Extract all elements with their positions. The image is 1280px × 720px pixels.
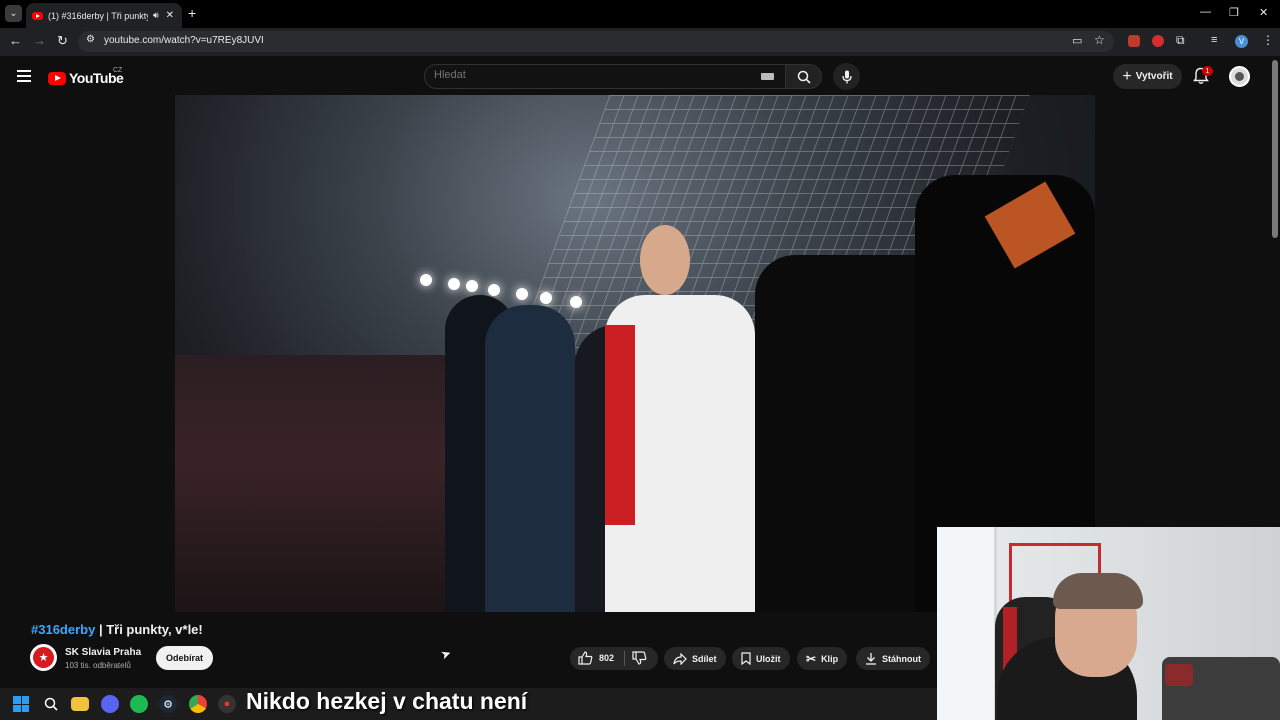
site-info-icon[interactable]: ⚙︎ bbox=[86, 34, 95, 45]
cast-icon[interactable]: ▭ bbox=[1072, 34, 1082, 47]
scissors-icon: ✂ bbox=[806, 651, 817, 666]
search-button[interactable] bbox=[785, 64, 822, 89]
create-label: Vytvořit bbox=[1135, 71, 1173, 82]
plus-icon: + bbox=[1122, 67, 1132, 85]
bookmark-icon bbox=[741, 652, 751, 665]
region-code: CZ bbox=[113, 67, 123, 74]
channel-name[interactable]: SK Slavia Praha bbox=[65, 647, 141, 658]
spotify-icon[interactable] bbox=[130, 695, 148, 713]
steam-icon[interactable]: ⚙︎ bbox=[159, 695, 177, 713]
obs-icon[interactable]: ● bbox=[218, 695, 236, 713]
share-icon bbox=[673, 652, 687, 665]
discord-icon[interactable] bbox=[101, 695, 119, 713]
account-avatar[interactable] bbox=[1229, 66, 1250, 87]
channel-avatar[interactable]: ★ bbox=[30, 644, 57, 671]
page-scrollbar[interactable] bbox=[1272, 60, 1278, 238]
download-icon bbox=[866, 653, 876, 665]
minimize-icon[interactable]: — bbox=[1200, 6, 1211, 18]
stream-caption: Nikdo hezkej v chatu není bbox=[246, 688, 528, 714]
save-label: Uložit bbox=[756, 653, 781, 664]
new-tab-button[interactable]: + bbox=[188, 5, 196, 21]
mouse-cursor-icon: ➤ bbox=[438, 645, 454, 663]
file-explorer-icon[interactable] bbox=[71, 697, 89, 711]
search-input[interactable] bbox=[434, 69, 734, 81]
back-icon[interactable]: ← bbox=[9, 33, 22, 48]
browser-menu-icon[interactable]: ⋮ bbox=[1262, 33, 1274, 47]
microphone-icon bbox=[841, 70, 852, 83]
slavia-star-icon: ★ bbox=[33, 647, 54, 668]
extensions-puzzle-icon[interactable]: ⧉ bbox=[1176, 33, 1185, 48]
media-control-icon[interactable]: ≡ bbox=[1211, 34, 1217, 46]
forward-icon[interactable]: → bbox=[33, 33, 46, 48]
close-tab-icon[interactable]: ✕ bbox=[166, 10, 174, 21]
download-button[interactable]: Stáhnout bbox=[856, 647, 930, 670]
like-divider bbox=[624, 651, 625, 666]
speaker-icon[interactable]: 🔊︎ bbox=[153, 10, 159, 21]
youtube-favicon-icon bbox=[32, 11, 43, 20]
streamer-hair bbox=[1053, 573, 1143, 609]
download-label: Stáhnout bbox=[882, 653, 921, 664]
taskbar-search-icon[interactable] bbox=[42, 695, 60, 713]
restore-icon[interactable]: ❐ bbox=[1229, 6, 1239, 19]
windows-start-icon[interactable] bbox=[13, 696, 29, 712]
create-button[interactable]: + Vytvořit bbox=[1113, 64, 1182, 89]
clip-label: Klip bbox=[821, 653, 839, 664]
tab-title: (1) #316derby | Tři punkty, v bbox=[48, 10, 148, 21]
video-title: #316derby | Tři punkty, v*le! bbox=[31, 622, 203, 637]
profile-avatar-icon[interactable]: V bbox=[1235, 35, 1248, 48]
search-icon bbox=[797, 70, 811, 84]
keyboard-icon[interactable] bbox=[761, 73, 774, 80]
notification-badge: 1 bbox=[1202, 66, 1213, 76]
player-figure bbox=[605, 225, 755, 612]
like-count: 802 bbox=[599, 653, 615, 663]
thumbs-up-icon bbox=[578, 651, 593, 665]
thumbs-down-icon bbox=[632, 651, 647, 665]
reload-icon[interactable]: ↻ bbox=[57, 33, 68, 49]
hamburger-menu-icon[interactable] bbox=[17, 70, 31, 82]
save-button[interactable]: Uložit bbox=[732, 647, 790, 670]
stadium-lights bbox=[420, 270, 600, 310]
youtube-play-icon bbox=[48, 71, 66, 85]
like-button[interactable]: 802 bbox=[578, 651, 614, 665]
dislike-button[interactable] bbox=[632, 651, 647, 670]
share-button[interactable]: Sdílet bbox=[664, 647, 726, 670]
video-title-text: | Tři punkty, v*le! bbox=[95, 622, 203, 637]
hashtag-link[interactable]: #316derby bbox=[31, 622, 95, 637]
union-jack-pillow bbox=[1165, 664, 1193, 686]
share-label: Sdílet bbox=[692, 653, 717, 664]
url-text[interactable]: youtube.com/watch?v=u7REy8JUVI bbox=[104, 35, 264, 46]
room-window bbox=[937, 527, 997, 720]
bookmark-star-icon[interactable]: ☆ bbox=[1094, 33, 1105, 47]
player-figure bbox=[485, 305, 575, 612]
extension-icon[interactable] bbox=[1152, 35, 1164, 47]
subscribe-button[interactable]: Odebírat bbox=[156, 646, 213, 670]
chrome-icon[interactable] bbox=[189, 695, 207, 713]
voice-search-button[interactable] bbox=[833, 63, 860, 90]
webcam-overlay bbox=[937, 527, 1280, 720]
browser-tab[interactable]: (1) #316derby | Tři punkty, v 🔊︎ ✕ bbox=[26, 3, 182, 28]
extension-icon[interactable] bbox=[1128, 35, 1140, 47]
tab-search-button[interactable]: ⌄ bbox=[5, 5, 22, 22]
clip-button[interactable]: ✂ Klip bbox=[797, 647, 848, 670]
close-window-icon[interactable]: ✕ bbox=[1259, 6, 1268, 19]
subscriber-count: 103 tis. odběratelů bbox=[65, 661, 131, 670]
